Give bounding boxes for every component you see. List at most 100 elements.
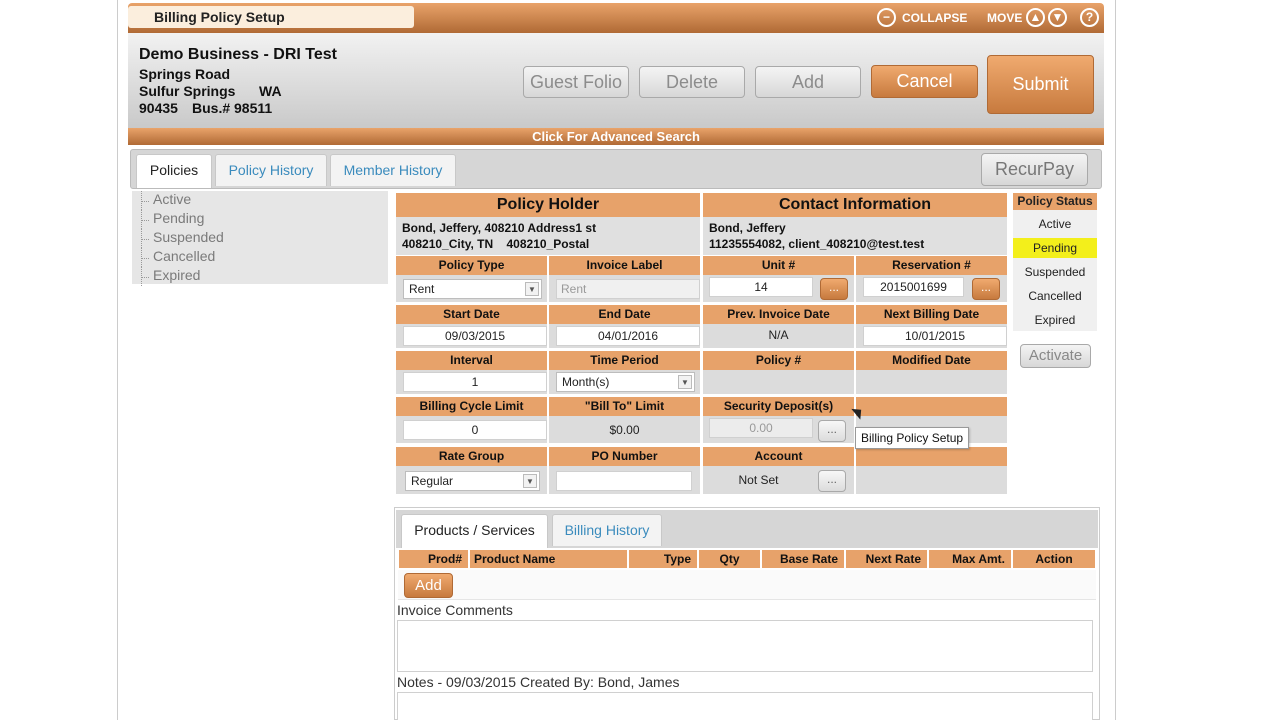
time-period-select[interactable]: Month(s) ▼	[556, 372, 695, 392]
policy-status-panel: Policy Status Active Pending Suspended C…	[1013, 193, 1097, 331]
unit-input[interactable]: 14	[709, 277, 813, 297]
time-period-label: Time Period	[549, 351, 700, 370]
empty-label-cell-2	[856, 447, 1007, 466]
reservation-input[interactable]: 2015001699	[863, 277, 964, 297]
policy-number-label: Policy #	[703, 351, 854, 370]
col-type: Type	[629, 550, 697, 568]
business-zip: 90435	[139, 100, 178, 116]
status-cancelled[interactable]: Cancelled	[1013, 286, 1097, 306]
interval-input[interactable]: 1	[403, 372, 547, 392]
reservation-label: Reservation #	[856, 256, 1007, 275]
billing-cycle-limit-input[interactable]: 0	[403, 420, 547, 440]
contact-line1: Bond, Jeffery	[709, 221, 786, 235]
tree-item-active[interactable]: Active	[132, 191, 388, 210]
tab-billing-history[interactable]: Billing History	[552, 514, 662, 546]
business-state: WA	[259, 83, 282, 99]
policy-type-select[interactable]: Rent ▼	[403, 279, 542, 299]
po-number-label: PO Number	[549, 447, 700, 466]
next-billing-date-label: Next Billing Date	[856, 305, 1007, 324]
tree-item-suspended[interactable]: Suspended	[132, 229, 388, 248]
activate-button[interactable]: Activate	[1020, 344, 1091, 368]
empty-cell-2	[856, 466, 1007, 494]
notes-textarea[interactable]	[397, 692, 1093, 720]
billing-cycle-limit-label: Billing Cycle Limit	[396, 397, 547, 416]
product-add-row	[398, 570, 1096, 600]
status-expired[interactable]: Expired	[1013, 310, 1097, 330]
tree-item-cancelled[interactable]: Cancelled	[132, 248, 388, 267]
delete-button[interactable]: Delete	[639, 66, 745, 98]
status-suspended[interactable]: Suspended	[1013, 262, 1097, 282]
next-billing-date-input[interactable]: 10/01/2015	[863, 326, 1007, 346]
invoice-comments-label: Invoice Comments	[397, 602, 513, 618]
guest-folio-button[interactable]: Guest Folio	[523, 66, 629, 98]
rate-group-value: Regular	[411, 474, 454, 488]
invoice-comments-textarea[interactable]	[397, 620, 1093, 672]
chevron-down-icon: ▼	[523, 474, 537, 488]
chevron-down-icon: ▼	[678, 375, 692, 389]
help-icon[interactable]: ?	[1080, 8, 1099, 27]
policy-tree: Active Pending Suspended Cancelled Expir…	[132, 191, 388, 286]
interval-label: Interval	[396, 351, 547, 370]
col-max-amt: Max Amt.	[929, 550, 1011, 568]
policy-holder-header: Policy Holder	[396, 193, 700, 217]
security-deposit-button[interactable]: ...	[818, 420, 846, 442]
policy-status-header: Policy Status	[1013, 193, 1097, 210]
cancel-button[interactable]: Cancel	[871, 65, 978, 98]
modified-date-cell	[856, 370, 1007, 394]
status-active[interactable]: Active	[1013, 214, 1097, 234]
tree-item-pending[interactable]: Pending	[132, 210, 388, 229]
policy-holder-line1: Bond, Jeffery, 408210 Address1 st	[402, 221, 597, 235]
add-button[interactable]: Add	[755, 66, 861, 98]
start-date-input[interactable]: 09/03/2015	[403, 326, 547, 346]
col-base-rate: Base Rate	[762, 550, 844, 568]
business-name: Demo Business - DRI Test	[139, 46, 337, 63]
move-down-icon[interactable]: ▼	[1048, 8, 1067, 27]
end-date-label: End Date	[549, 305, 700, 324]
tab-member-history[interactable]: Member History	[330, 154, 456, 186]
tab-products-services[interactable]: Products / Services	[401, 514, 548, 548]
col-next-rate: Next Rate	[846, 550, 927, 568]
recurpay-button[interactable]: RecurPay	[981, 153, 1088, 186]
bill-to-limit-label: "Bill To" Limit	[549, 397, 700, 416]
security-deposit-input[interactable]: 0.00	[709, 418, 813, 438]
col-action: Action	[1013, 550, 1095, 568]
col-qty: Qty	[699, 550, 760, 568]
policy-holder-line2: 408210_City, TN 408210_Postal	[402, 237, 590, 251]
unit-label: Unit #	[703, 256, 854, 275]
col-prod-no: Prod#	[399, 550, 468, 568]
col-product-name: Product Name	[470, 550, 627, 568]
status-pending[interactable]: Pending	[1013, 238, 1097, 258]
rate-group-select[interactable]: Regular ▼	[405, 471, 540, 491]
account-lookup-button[interactable]: ...	[818, 470, 846, 492]
policy-type-value: Rent	[409, 282, 435, 296]
add-product-button[interactable]: Add	[404, 573, 453, 598]
tab-policy-history[interactable]: Policy History	[215, 154, 327, 186]
move-up-icon[interactable]: ▲	[1026, 8, 1045, 27]
notes-label: Notes - 09/03/2015 Created By: Bond, Jam…	[397, 674, 680, 690]
security-deposit-label: Security Deposit(s)	[703, 397, 854, 416]
invoice-label-label: Invoice Label	[549, 256, 700, 275]
empty-label-cell	[856, 397, 1007, 416]
unit-lookup-button[interactable]: ...	[820, 278, 848, 300]
reservation-lookup-button[interactable]: ...	[972, 278, 1000, 300]
prev-invoice-date-label: Prev. Invoice Date	[703, 305, 854, 324]
tree-item-expired[interactable]: Expired	[132, 267, 388, 286]
contact-info-header: Contact Information	[703, 193, 1007, 217]
policy-number-cell	[703, 370, 854, 394]
collapse-label[interactable]: COLLAPSE	[902, 11, 967, 25]
po-number-input[interactable]	[556, 471, 692, 491]
account-value: Not Set	[738, 473, 779, 487]
end-date-input[interactable]: 04/01/2016	[556, 326, 700, 346]
policy-holder-info: Bond, Jeffery, 408210 Address1 st 408210…	[396, 217, 700, 255]
rate-group-label: Rate Group	[396, 447, 547, 466]
advanced-search-bar[interactable]: Click For Advanced Search	[128, 128, 1104, 145]
business-street: Springs Road	[139, 66, 231, 82]
contact-line2: 11235554082, client_408210@test.test	[709, 237, 925, 251]
tab-policies[interactable]: Policies	[136, 154, 212, 188]
modified-date-label: Modified Date	[856, 351, 1007, 370]
account-label: Account	[703, 447, 854, 466]
business-number: Bus.# 98511	[192, 100, 273, 116]
invoice-label-input[interactable]: Rent	[556, 279, 700, 299]
submit-button[interactable]: Submit	[987, 55, 1094, 114]
collapse-icon[interactable]: −	[877, 8, 896, 27]
